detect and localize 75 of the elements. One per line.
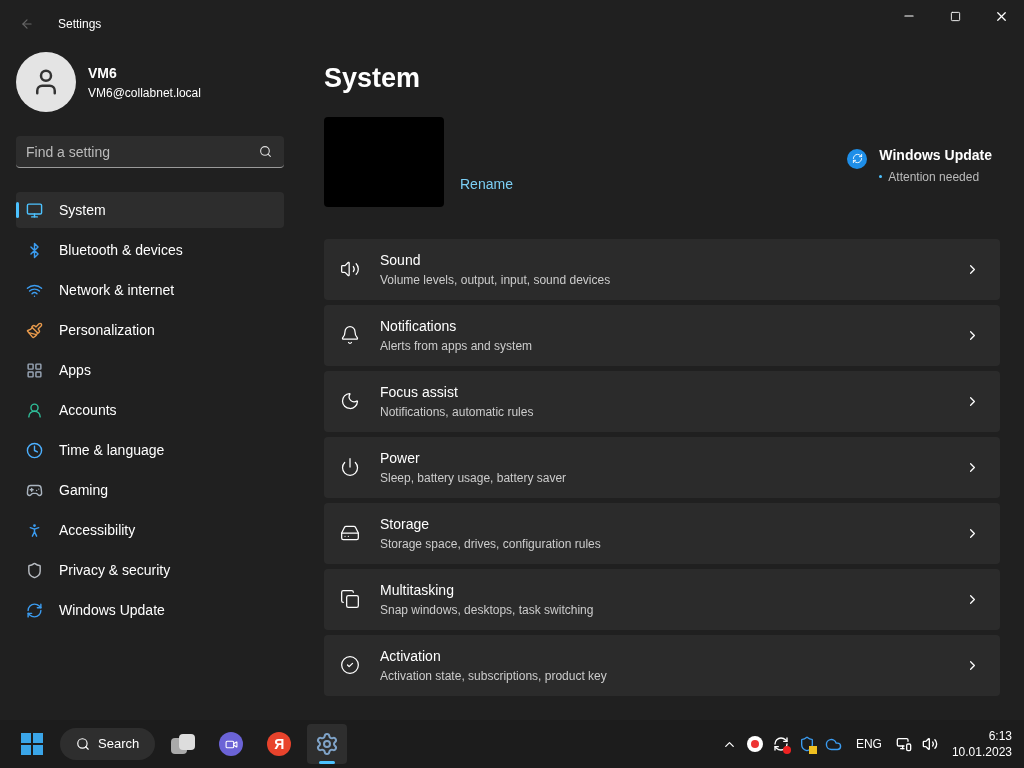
sync-icon (26, 601, 43, 619)
clock[interactable]: 6:13 10.01.2023 (951, 728, 1012, 760)
avatar (16, 52, 76, 112)
search-icon (259, 145, 272, 158)
page-title: System (324, 62, 422, 95)
card-title: Notifications (380, 316, 458, 336)
language-indicator[interactable]: ENG (855, 735, 882, 753)
video-icon (219, 732, 244, 756)
sidebar-item[interactable]: Accounts (16, 392, 284, 428)
sidebar-item[interactable]: Personalization (16, 312, 284, 348)
check-circle-icon (340, 655, 360, 675)
user-email: VM6@collabnet.local (88, 84, 201, 102)
search-field[interactable]: Find a setting (16, 136, 284, 168)
card-subtitle: Notifications, automatic rules (380, 403, 535, 421)
update-status: Attention needed (888, 168, 980, 186)
card-subtitle: Snap windows, desktops, task switching (380, 601, 595, 619)
clock-icon (26, 441, 43, 459)
card-title: Power (380, 448, 421, 468)
sidebar-item[interactable]: Time & language (16, 432, 284, 468)
shield-icon[interactable] (798, 736, 815, 752)
card-title: Activation (380, 646, 442, 666)
settings-card[interactable]: Multitasking Snap windows, desktops, task switching (324, 568, 1000, 630)
bell-icon (340, 325, 360, 345)
taskbar-app[interactable] (307, 724, 348, 764)
settings-card[interactable]: Activation Activation state, subscriptions, product key (324, 634, 1000, 696)
network-icon[interactable] (895, 736, 912, 752)
settings-card[interactable]: Notifications Alerts from apps and system (324, 304, 1000, 366)
monitor-icon (26, 201, 43, 219)
power-icon (340, 457, 360, 477)
update-title: Windows Update (879, 145, 992, 165)
settings-card[interactable]: Storage Storage space, drives, configuration rules (324, 502, 1000, 564)
settings-card[interactable]: Focus assist Notifications, automatic rules (324, 370, 1000, 432)
sync-icon[interactable] (772, 736, 789, 752)
window-title: Settings (58, 16, 102, 33)
active-indicator (319, 761, 336, 764)
taskbar-app[interactable]: Я (259, 724, 300, 764)
card-subtitle: Storage space, drives, configuration rules (380, 535, 602, 553)
grid-icon (26, 361, 43, 379)
moon-icon (340, 391, 360, 411)
paintbrush-icon (26, 321, 43, 339)
search-icon (76, 737, 90, 751)
sidebar-item[interactable]: Bluetooth & devices (16, 232, 284, 268)
card-title: Focus assist (380, 382, 459, 402)
sidebar-item[interactable]: Accessibility (16, 512, 284, 548)
person-icon (26, 401, 43, 419)
drive-icon (340, 523, 360, 543)
windows-icon (340, 589, 360, 609)
task-view-icon (171, 734, 196, 754)
user-name: VM6 (88, 63, 118, 83)
search-button[interactable]: Search (60, 728, 156, 760)
card-title: Multitasking (380, 580, 455, 600)
card-title: Storage (380, 514, 431, 534)
card-subtitle: Volume levels, output, input, sound devices (380, 271, 612, 289)
card-title: Sound (380, 250, 422, 270)
sidebar-item[interactable]: Apps (16, 352, 284, 388)
update-icon (847, 148, 868, 169)
speaker-icon (340, 259, 360, 279)
settings-card[interactable]: Sound Volume levels, output, input, sound devices (324, 238, 1000, 300)
card-subtitle: Sleep, battery usage, battery saver (380, 469, 568, 487)
back-icon[interactable] (20, 17, 34, 31)
sidebar-item[interactable]: Windows Update (16, 592, 284, 628)
selection-indicator (16, 202, 19, 218)
shield-icon (26, 561, 43, 579)
volume-icon[interactable] (921, 736, 938, 752)
sidebar-item[interactable]: Network & internet (16, 272, 284, 308)
sidebar-item[interactable]: Gaming (16, 472, 284, 508)
settings-card[interactable]: Power Sleep, battery usage, battery saver (324, 436, 1000, 498)
card-subtitle: Alerts from apps and system (380, 337, 534, 355)
maximize-icon (949, 10, 961, 22)
card-subtitle: Activation state, subscriptions, product key (380, 667, 608, 685)
sidebar-item[interactable]: Privacy & security (16, 552, 284, 588)
sidebar-item[interactable]: System (16, 192, 284, 228)
gear-icon (315, 732, 340, 756)
yandex-icon: Я (267, 732, 292, 756)
rename-link[interactable]: Rename (460, 173, 513, 195)
